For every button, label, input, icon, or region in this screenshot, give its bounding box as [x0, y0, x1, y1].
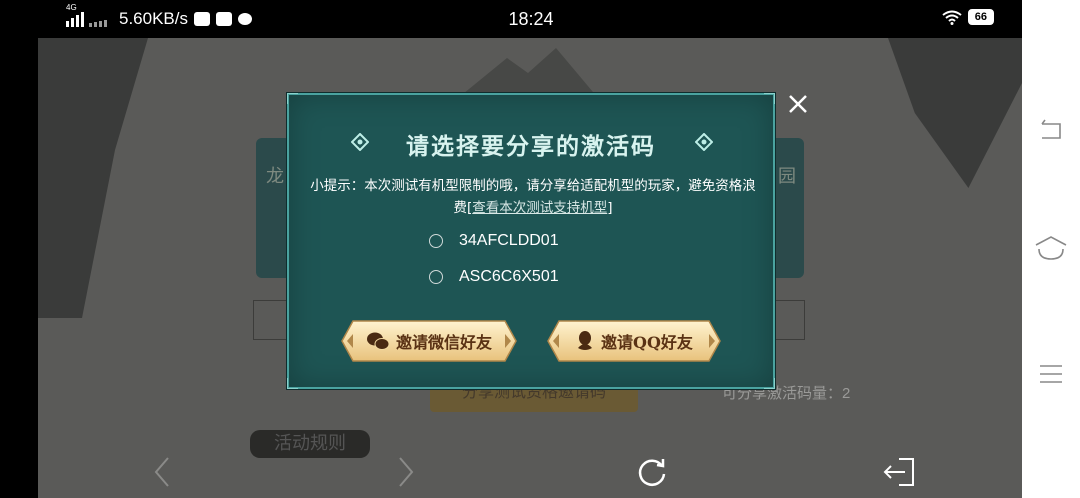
- hint-text: 小提示：本次测试有机型限制的哦，请分享给适配机型的玩家，避免资格浪费[查看本次测…: [307, 175, 759, 219]
- invite-qq-button[interactable]: 邀请QQ好友: [547, 320, 721, 362]
- system-nav-bar: [1022, 0, 1080, 498]
- close-icon: [789, 95, 807, 113]
- home-icon: [1035, 236, 1067, 260]
- code-option[interactable]: 34AFCLDD01: [429, 232, 559, 250]
- refresh-icon: [638, 459, 666, 486]
- invite-wechat-button[interactable]: 邀请微信好友: [341, 320, 517, 362]
- qq-button-label: 邀请QQ好友: [601, 333, 693, 352]
- mountain-right: [888, 38, 1022, 188]
- code-option[interactable]: ASC6C6X501: [429, 268, 559, 286]
- browser-nav-bar: [38, 444, 1022, 498]
- battery-indicator: 66: [967, 9, 994, 25]
- status-right: 66: [942, 9, 994, 25]
- refresh-button[interactable]: [632, 452, 672, 492]
- code-label: 34AFCLDD01: [459, 232, 559, 249]
- radio-button[interactable]: [429, 270, 443, 284]
- exit-button[interactable]: [878, 452, 918, 492]
- back-icon: [1041, 119, 1061, 139]
- mountain-left: [38, 38, 148, 318]
- status-bar: 4G 5.60KB/s 18:24 66: [0, 0, 1022, 38]
- background-side-text-left: 龙: [266, 166, 284, 187]
- wechat-button-label: 邀请微信好友: [395, 333, 492, 352]
- dialog-corner: [764, 378, 775, 389]
- forward-button[interactable]: [386, 452, 426, 492]
- hint-link-bracket-close: ]: [607, 200, 613, 216]
- chevron-left-icon: [154, 457, 169, 487]
- clock: 18:24: [508, 9, 554, 29]
- dialog-corner: [287, 378, 298, 389]
- share-code-dialog: 请选择要分享的激活码 小提示：本次测试有机型限制的哦，请分享给适配机型的玩家，避…: [287, 93, 775, 389]
- menu-icon: [1040, 365, 1062, 383]
- chevron-right-icon: [399, 457, 414, 487]
- system-back-button[interactable]: [1036, 114, 1066, 144]
- wifi-icon: [942, 10, 962, 25]
- supported-models-link[interactable]: 查看本次测试支持机型: [472, 200, 607, 216]
- mountain-top: [458, 48, 598, 98]
- qq-icon: [578, 331, 593, 350]
- radio-button[interactable]: [429, 234, 443, 248]
- wechat-icon: [366, 332, 390, 350]
- exit-icon: [883, 458, 914, 486]
- system-menu-button[interactable]: [1038, 362, 1064, 386]
- diamond-ornament-icon: [695, 133, 713, 151]
- system-home-button[interactable]: [1034, 233, 1068, 263]
- background-side-text-right: 园: [778, 166, 796, 187]
- dialog-corner: [287, 93, 298, 104]
- dialog-close-button[interactable]: [786, 92, 810, 116]
- back-button[interactable]: [142, 452, 182, 492]
- code-label: ASC6C6X501: [459, 268, 559, 285]
- dialog-corner: [764, 93, 775, 104]
